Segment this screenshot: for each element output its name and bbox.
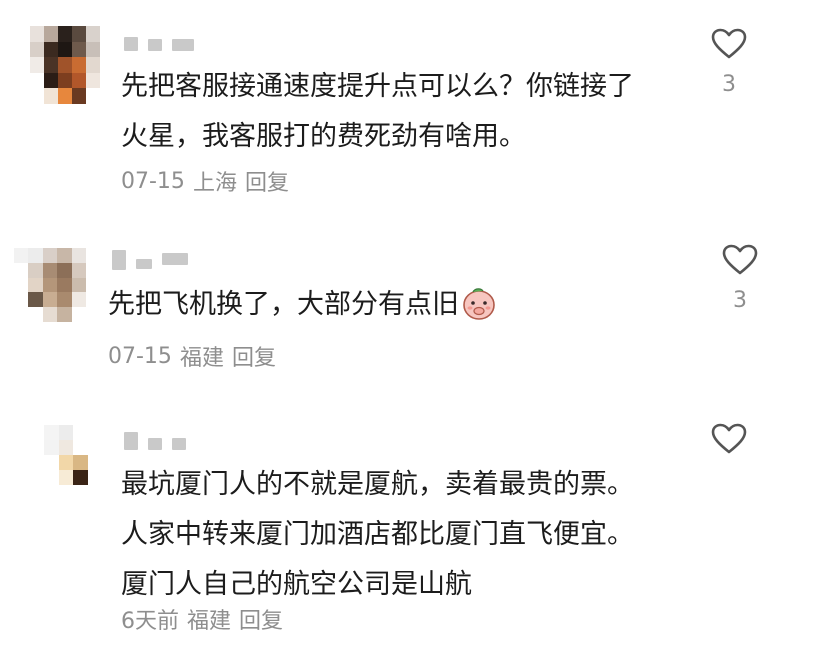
comment-text-line: 人家中转来厦门加酒店都比厦门直飞便宜。 bbox=[121, 519, 634, 550]
reply-button[interactable]: 回复 bbox=[245, 165, 289, 197]
comment-text: 最坑厦门人的不就是厦航，卖着最贵的票。 人家中转来厦门加酒店都比厦门直飞便宜。 … bbox=[121, 460, 634, 610]
heart-outline-icon[interactable] bbox=[722, 244, 758, 276]
like-control bbox=[699, 423, 759, 455]
comment-text-value: 先把飞机换了，大部分有点旧 bbox=[108, 289, 459, 320]
like-control: 3 bbox=[699, 28, 759, 97]
comment-text-line: 火星，我客服打的费死劲有啥用。 bbox=[121, 121, 526, 152]
avatar[interactable] bbox=[30, 425, 102, 485]
reply-button[interactable]: 回复 bbox=[239, 603, 283, 635]
comment-text-line: 最坑厦门人的不就是厦航，卖着最贵的票。 bbox=[121, 469, 634, 500]
like-count: 3 bbox=[722, 72, 736, 97]
comment-location: 福建 bbox=[187, 609, 232, 634]
comment-text-line: 先把飞机换了，大部分有点旧 bbox=[108, 280, 497, 330]
avatar[interactable] bbox=[30, 26, 100, 104]
peach-emoji-icon bbox=[463, 288, 495, 320]
like-count: 3 bbox=[733, 288, 747, 313]
like-control: 3 bbox=[710, 244, 770, 313]
username-redacted[interactable] bbox=[124, 36, 194, 52]
comment-text: 先把客服接通速度提升点可以么？你链接了 火星，我客服打的费死劲有啥用。 bbox=[121, 62, 634, 162]
comment-location: 福建 bbox=[179, 346, 224, 371]
heart-outline-icon[interactable] bbox=[711, 423, 747, 455]
username-redacted[interactable] bbox=[112, 250, 188, 270]
comment-text: 先把飞机换了，大部分有点旧 bbox=[108, 280, 497, 330]
heart-outline-icon[interactable] bbox=[711, 28, 747, 60]
username-redacted[interactable] bbox=[124, 432, 186, 450]
comment-text-line: 先把客服接通速度提升点可以么？你链接了 bbox=[121, 71, 634, 102]
comment-meta: 6天前 福建 回复 bbox=[121, 603, 283, 635]
comment-date: 6天前 bbox=[121, 609, 179, 634]
comment-date: 07-15 bbox=[108, 343, 172, 369]
comment-date: 07-15 bbox=[121, 168, 185, 194]
avatar[interactable] bbox=[14, 248, 86, 322]
comment-location: 上海 bbox=[192, 171, 237, 196]
comment-meta: 07-15 上海 回复 bbox=[121, 165, 289, 197]
reply-button[interactable]: 回复 bbox=[232, 340, 276, 372]
comment-meta: 07-15 福建 回复 bbox=[108, 340, 276, 372]
